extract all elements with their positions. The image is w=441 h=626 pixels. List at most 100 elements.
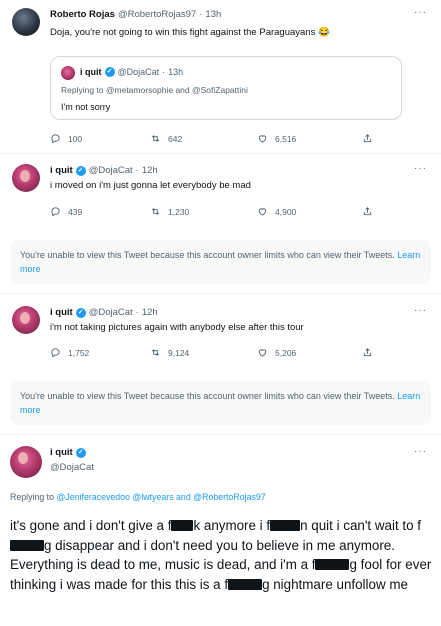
handle[interactable]: @DojaCat: [89, 307, 133, 318]
reply-count: 100: [68, 133, 83, 144]
restricted-tweet-notice: You're unable to view this Tweet because…: [10, 381, 431, 425]
text-segment: n quit i can't wait to f: [300, 518, 422, 533]
more-icon[interactable]: ···: [414, 7, 427, 18]
retweet-button[interactable]: 1,230: [150, 206, 189, 217]
retweet-icon: [151, 208, 160, 215]
censor-bar: [270, 520, 301, 531]
tweet-roberto[interactable]: Roberto Rojas @RobertoRojas97 · 13h ··· …: [0, 0, 441, 146]
tweet-doja-1[interactable]: i quit ✓ @DojaCat · 12h ··· i moved on i…: [0, 160, 441, 228]
retweet-count: 642: [168, 133, 183, 144]
tweet-text: Doja, you're not going to win this fight…: [50, 27, 330, 38]
more-icon[interactable]: ···: [414, 446, 427, 457]
verified-icon: ✓: [75, 165, 86, 176]
tweet-header: Roberto Rojas @RobertoRojas97 · 13h: [50, 9, 221, 20]
replying-mentions[interactable]: @Jeniferacevedoo @lwtyears and @RobertoR…: [56, 492, 265, 502]
twitter-thread: Roberto Rojas @RobertoRojas97 · 13h ··· …: [0, 0, 441, 626]
retweet-button[interactable]: 642: [150, 133, 182, 144]
tweet-text: i moved on i'm just gonna let everybody …: [50, 180, 251, 191]
like-icon: [258, 208, 267, 216]
divider: [0, 434, 441, 435]
timestamp: 13h: [168, 67, 184, 77]
replying-to: Replying to @Jeniferacevedoo @lwtyears a…: [10, 492, 266, 502]
action-bar: 439 1,230 4,900: [50, 206, 380, 220]
notice-text: You're unable to view this Tweet because…: [20, 250, 395, 260]
reply-count: 1,752: [68, 347, 90, 358]
action-bar: 1,752 9,124 5,206: [50, 347, 380, 361]
like-icon: [258, 349, 267, 357]
verified-icon: ✓: [104, 67, 115, 77]
more-icon[interactable]: ···: [414, 163, 427, 174]
separator: ·: [135, 165, 139, 176]
quoted-tweet[interactable]: i quit ✓ @DojaCat · 13h Replying to @met…: [50, 56, 402, 120]
censor-bar: [228, 578, 263, 590]
reply-button[interactable]: 100: [50, 133, 82, 144]
retweet-count: 1,230: [168, 206, 190, 217]
share-icon: [363, 134, 372, 143]
retweet-icon: [151, 135, 160, 142]
retweet-count: 9,124: [168, 347, 190, 358]
handle: @DojaCat: [117, 67, 160, 77]
display-name[interactable]: i quit: [50, 447, 73, 458]
notice-text: You're unable to view this Tweet because…: [20, 391, 395, 401]
display-name[interactable]: Roberto Rojas: [50, 9, 115, 20]
timestamp[interactable]: 12h: [142, 165, 158, 176]
quoted-text: I'm not sorry: [61, 102, 111, 112]
replying-to: Replying to @metamorsophie and @SofiZapa…: [61, 85, 248, 95]
verified-icon: ✓: [75, 307, 86, 318]
like-count: 4,900: [275, 206, 297, 217]
avatar: [61, 66, 75, 80]
action-bar: 100 642 6,516: [50, 133, 380, 147]
censor-bar: [10, 539, 44, 551]
tweet-header: i quit ✓ @DojaCat · 12h: [50, 165, 158, 176]
display-name[interactable]: i quit: [50, 165, 73, 176]
avatar[interactable]: [12, 8, 40, 36]
avatar[interactable]: [12, 164, 40, 192]
tweet-handle-row: @DojaCat: [50, 462, 94, 473]
like-button[interactable]: 4,900: [257, 206, 296, 217]
verified-icon: ✓: [75, 447, 86, 458]
timestamp[interactable]: 12h: [142, 307, 158, 318]
avatar[interactable]: [10, 446, 42, 478]
share-button[interactable]: [362, 133, 373, 144]
display-name[interactable]: i quit: [50, 307, 73, 318]
text-segment: g nightmare unfollow me: [262, 576, 408, 592]
separator: ·: [135, 307, 139, 318]
avatar[interactable]: [12, 306, 40, 334]
replying-prefix: Replying to: [10, 492, 55, 502]
handle[interactable]: @RobertoRojas97: [118, 9, 196, 20]
separator: ·: [199, 9, 203, 20]
share-button[interactable]: [362, 347, 373, 358]
reply-button[interactable]: 439: [50, 206, 82, 217]
censor-bar: [171, 520, 194, 531]
like-count: 5,206: [275, 347, 297, 358]
share-icon: [363, 207, 372, 216]
like-count: 6,516: [275, 133, 297, 144]
retweet-button[interactable]: 9,124: [150, 347, 189, 358]
reply-icon: [51, 134, 60, 144]
display-name: i quit: [80, 67, 102, 77]
separator: ·: [162, 67, 166, 77]
reply-count: 439: [68, 206, 83, 217]
censor-bar: [315, 559, 350, 570]
like-button[interactable]: 6,516: [257, 133, 296, 144]
like-button[interactable]: 5,206: [257, 347, 296, 358]
handle[interactable]: @DojaCat: [50, 462, 94, 473]
reply-icon: [51, 207, 60, 217]
tweet-doja-2[interactable]: i quit ✓ @DojaCat · 12h ··· i'm not taki…: [0, 302, 441, 370]
handle[interactable]: @DojaCat: [89, 165, 133, 176]
like-icon: [258, 135, 267, 143]
reply-icon: [51, 348, 60, 358]
share-icon: [363, 348, 372, 357]
share-button[interactable]: [362, 206, 373, 217]
timestamp[interactable]: 13h: [205, 9, 221, 20]
restricted-tweet-notice: You're unable to view this Tweet because…: [10, 240, 431, 284]
divider: [0, 153, 441, 154]
more-icon[interactable]: ···: [414, 305, 427, 316]
reply-button[interactable]: 1,752: [50, 347, 89, 358]
tweet-header: i quit ✓ @DojaCat · 12h: [50, 307, 158, 318]
text-segment: it's gone and i don't give a f: [10, 518, 172, 533]
divider: [0, 293, 441, 294]
main-tweet-text: it's gone and i don't give a f k anymore …: [10, 516, 435, 594]
text-segment: k anymore i f: [193, 518, 271, 533]
quoted-header: i quit ✓ @DojaCat · 13h: [80, 67, 183, 77]
